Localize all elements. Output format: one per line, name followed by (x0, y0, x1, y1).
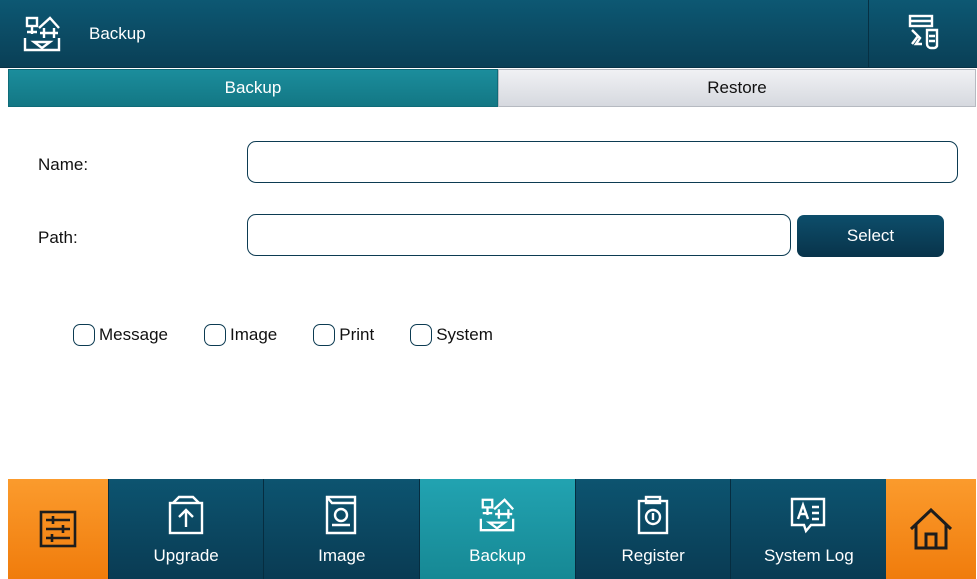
checkbox-message[interactable]: Message (73, 324, 168, 346)
path-field[interactable] (247, 214, 791, 256)
app-window: Backup Backup Restore Name: Path: Select… (0, 0, 977, 579)
home-button[interactable] (886, 479, 976, 579)
system-log-icon (791, 497, 826, 534)
backup-icon (479, 498, 515, 532)
checkbox-print[interactable]: Print (313, 324, 374, 346)
usb-drive-icon (908, 14, 939, 50)
name-label: Name: (38, 155, 89, 174)
checkbox-box[interactable] (203, 324, 226, 346)
backup-icon (23, 16, 61, 52)
tab-bar: Backup Restore (8, 69, 976, 107)
backup-options: Message Image Print System (73, 324, 509, 346)
checkbox-label: Message (99, 325, 168, 344)
select-button[interactable]: Select (797, 215, 944, 257)
header-bar: Backup (0, 0, 977, 68)
name-field[interactable] (247, 141, 958, 183)
nav-register[interactable]: Register (574, 479, 731, 579)
nav-label: System Log (763, 546, 854, 565)
nav-label: Backup (469, 546, 526, 565)
nav-upgrade[interactable]: Upgrade (107, 479, 264, 579)
nav-image[interactable]: Image (263, 479, 420, 579)
nav-label: Image (318, 546, 366, 565)
bottom-nav: Upgrade Image Backup Register System Log (8, 479, 976, 579)
checkbox-box[interactable] (410, 324, 433, 346)
nav-system-log[interactable]: System Log (730, 479, 887, 579)
checkbox-box[interactable] (73, 324, 95, 346)
backup-form: Name: Path: Select Message Image Print S… (8, 107, 976, 479)
upgrade-icon (168, 495, 203, 535)
settings-sliders-icon (39, 510, 77, 548)
nav-label: Upgrade (153, 546, 219, 565)
tab-restore[interactable]: Restore (498, 69, 976, 107)
page-title: Backup (89, 24, 146, 43)
checkbox-system[interactable]: System (410, 324, 493, 346)
register-icon (637, 495, 669, 535)
nav-backup[interactable]: Backup (419, 479, 575, 579)
checkbox-label: System (436, 325, 493, 344)
checkbox-label: Image (229, 325, 278, 344)
tab-backup[interactable]: Backup (8, 69, 498, 107)
menu-button[interactable] (8, 479, 108, 579)
nav-label: Register (621, 546, 685, 565)
checkbox-image[interactable]: Image (203, 324, 278, 346)
image-icon (326, 495, 357, 535)
path-label: Path: (38, 228, 78, 247)
storage-button[interactable] (868, 0, 977, 67)
checkbox-box[interactable] (313, 324, 336, 346)
checkbox-label: Print (339, 325, 375, 344)
home-icon (910, 507, 953, 550)
